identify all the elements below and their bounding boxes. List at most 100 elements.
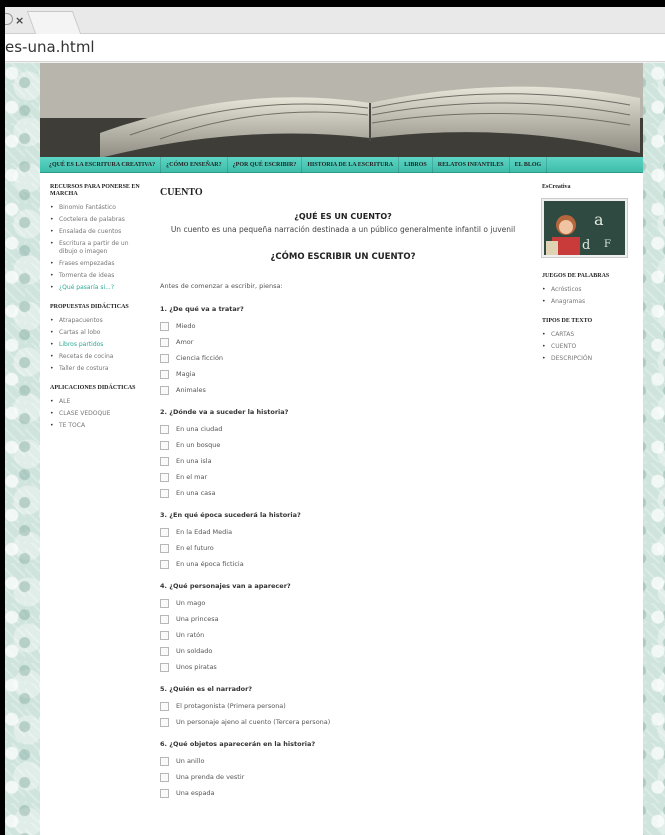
option-row[interactable]: Unos piratas	[160, 657, 526, 673]
question-section: 4. ¿Qué personajes van a aparecer? Un ma…	[160, 582, 526, 673]
sidebar-link[interactable]: Taller de costura	[50, 365, 148, 373]
checkbox[interactable]	[160, 489, 169, 498]
checkbox[interactable]	[160, 560, 169, 569]
option-label: Animales	[176, 386, 206, 394]
option-label: Un soldado	[176, 647, 213, 655]
checkbox[interactable]	[160, 457, 169, 466]
checkbox[interactable]	[160, 599, 169, 608]
checkbox[interactable]	[160, 441, 169, 450]
sidebar-link[interactable]: CARTAS	[542, 331, 643, 339]
svg-text:a: a	[594, 210, 604, 229]
nav-item-como-ensenar[interactable]: ¿CÓMO ENSEÑAR?	[161, 156, 228, 173]
option-row[interactable]: Animales	[160, 380, 526, 396]
question-section: 5. ¿Quién es el narrador? El protagonist…	[160, 685, 526, 728]
option-row[interactable]: Un soldado	[160, 641, 526, 657]
question-title: 6. ¿Qué objetos aparecerán en la histori…	[160, 740, 316, 748]
option-row[interactable]: En el mar	[160, 467, 526, 483]
browser-window: × es-una.html ¿QUÉ ES LA ESCRITURA CREAT…	[5, 7, 665, 835]
nav-item-blog[interactable]: EL BLOG	[510, 156, 548, 173]
address-bar[interactable]: es-una.html	[5, 34, 665, 62]
option-label: Una espada	[176, 789, 215, 797]
checkbox[interactable]	[160, 338, 169, 347]
main-navigation: ¿QUÉ ES LA ESCRITURA CREATIVA? ¿CÓMO ENS…	[40, 156, 643, 173]
checkbox[interactable]	[160, 528, 169, 537]
checkbox[interactable]	[160, 473, 169, 482]
checkbox[interactable]	[160, 773, 169, 782]
checkbox[interactable]	[160, 757, 169, 766]
checkbox[interactable]	[160, 631, 169, 640]
pre-text: Antes de comenzar a escribir, piensa:	[160, 282, 283, 290]
sidebar-link[interactable]: TE TOCA	[50, 422, 148, 430]
option-row[interactable]: En una casa	[160, 483, 526, 499]
checkbox[interactable]	[160, 322, 169, 331]
option-row[interactable]: En el futuro	[160, 538, 526, 554]
checkbox[interactable]	[160, 663, 169, 672]
sidebar-link[interactable]: Cartas al lobo	[50, 329, 148, 337]
nav-item-escritura-creativa[interactable]: ¿QUÉ ES LA ESCRITURA CREATIVA?	[44, 156, 162, 173]
option-label: En el mar	[176, 473, 208, 481]
sidebar-link[interactable]: DESCRIPCIÓN	[542, 355, 643, 363]
checkbox[interactable]	[160, 370, 169, 379]
option-row[interactable]: Un ratón	[160, 625, 526, 641]
sidebar-link[interactable]: Ensalada de cuentos	[50, 228, 148, 236]
checkbox[interactable]	[160, 615, 169, 624]
sidebar-link[interactable]: Binomio Fantástico	[50, 204, 148, 212]
option-row[interactable]: En un bosque	[160, 435, 526, 451]
new-tab-button[interactable]	[26, 11, 82, 34]
sidebar-link[interactable]: Coctelera de palabras	[50, 216, 148, 224]
nav-item-relatos[interactable]: RELATOS INFANTILES	[433, 156, 510, 173]
checkbox[interactable]	[160, 718, 169, 727]
option-row[interactable]: Magia	[160, 364, 526, 380]
option-row[interactable]: Una espada	[160, 783, 526, 799]
option-row[interactable]: Ciencia ficción	[160, 348, 526, 364]
option-row[interactable]: Una prenda de vestir	[160, 767, 526, 783]
option-row[interactable]: Un anillo	[160, 751, 526, 767]
option-row[interactable]: En la Edad Media	[160, 522, 526, 538]
aplicaciones-list: ALE CLASE VEDOQUE TE TOCA	[50, 398, 148, 430]
sidebar-link[interactable]: CLASE VEDOQUE	[50, 410, 148, 418]
sidebar-link[interactable]: CUENTO	[542, 343, 643, 351]
checkbox[interactable]	[160, 647, 169, 656]
nav-item-por-que-escribir[interactable]: ¿POR QUÉ ESCRIBIR?	[228, 156, 303, 173]
sidebar-link[interactable]: Escritura a partir de un dibujo o imagen	[50, 240, 148, 256]
propuestas-list: Atrapacuentos Cartas al lobo Libros part…	[50, 317, 148, 373]
close-tab-icon[interactable]: ×	[15, 14, 24, 27]
option-row[interactable]: Un mago	[160, 593, 526, 609]
sidebar-link[interactable]: Libros partidos	[50, 341, 148, 349]
sidebar-link[interactable]: Acrósticos	[542, 286, 643, 294]
main-post: CUENTO ¿QUÉ ES UN CUENTO? Un cuento es u…	[148, 184, 536, 811]
nav-item-libros[interactable]: LIBROS	[399, 156, 433, 173]
checkbox[interactable]	[160, 544, 169, 553]
option-row[interactable]: En una ciudad	[160, 419, 526, 435]
checkbox[interactable]	[160, 354, 169, 363]
option-row[interactable]: Miedo	[160, 316, 526, 332]
option-label: El protagonista (Primera persona)	[176, 702, 286, 710]
chalkboard-girl-image[interactable]: a d F	[542, 199, 627, 257]
option-row[interactable]: En una época ficticia	[160, 554, 526, 570]
option-row[interactable]: El protagonista (Primera persona)	[160, 696, 526, 712]
checkbox[interactable]	[160, 386, 169, 395]
url-text[interactable]: es-una.html	[5, 38, 95, 56]
question-section: 3. ¿En qué época sucederá la historia? E…	[160, 511, 526, 570]
question-title: 2. ¿Dónde va a suceder la historia?	[160, 408, 289, 416]
option-label: En una época ficticia	[176, 560, 244, 568]
nav-item-historia[interactable]: HISTORIA DE LA ESCRITURA	[302, 156, 400, 173]
sidebar-link[interactable]: Anagramas	[542, 298, 643, 306]
sidebar-link[interactable]: Tormenta de ideas	[50, 272, 148, 280]
checkbox[interactable]	[160, 425, 169, 434]
checkbox[interactable]	[160, 702, 169, 711]
sidebar-heading-propuestas: PROPUESTAS DIDÁCTICAS	[50, 304, 129, 310]
sidebar-link[interactable]: ¿Qué pasaría si...?	[50, 284, 148, 292]
option-row[interactable]: En una isla	[160, 451, 526, 467]
option-row[interactable]: Una princesa	[160, 609, 526, 625]
sidebar-link[interactable]: Atrapacuentos	[50, 317, 148, 325]
sidebar-link[interactable]: Recetas de cocina	[50, 353, 148, 361]
open-book-image	[40, 63, 643, 157]
tipos-list: CARTAS CUENTO DESCRIPCIÓN	[542, 331, 643, 363]
option-row[interactable]: Un personaje ajeno al cuento (Tercera pe…	[160, 712, 526, 728]
option-row[interactable]: Amor	[160, 332, 526, 348]
checkbox[interactable]	[160, 789, 169, 798]
sidebar-link[interactable]: ALE	[50, 398, 148, 406]
sidebar-link[interactable]: Frases empezadas	[50, 260, 148, 268]
option-label: Magia	[176, 370, 196, 378]
